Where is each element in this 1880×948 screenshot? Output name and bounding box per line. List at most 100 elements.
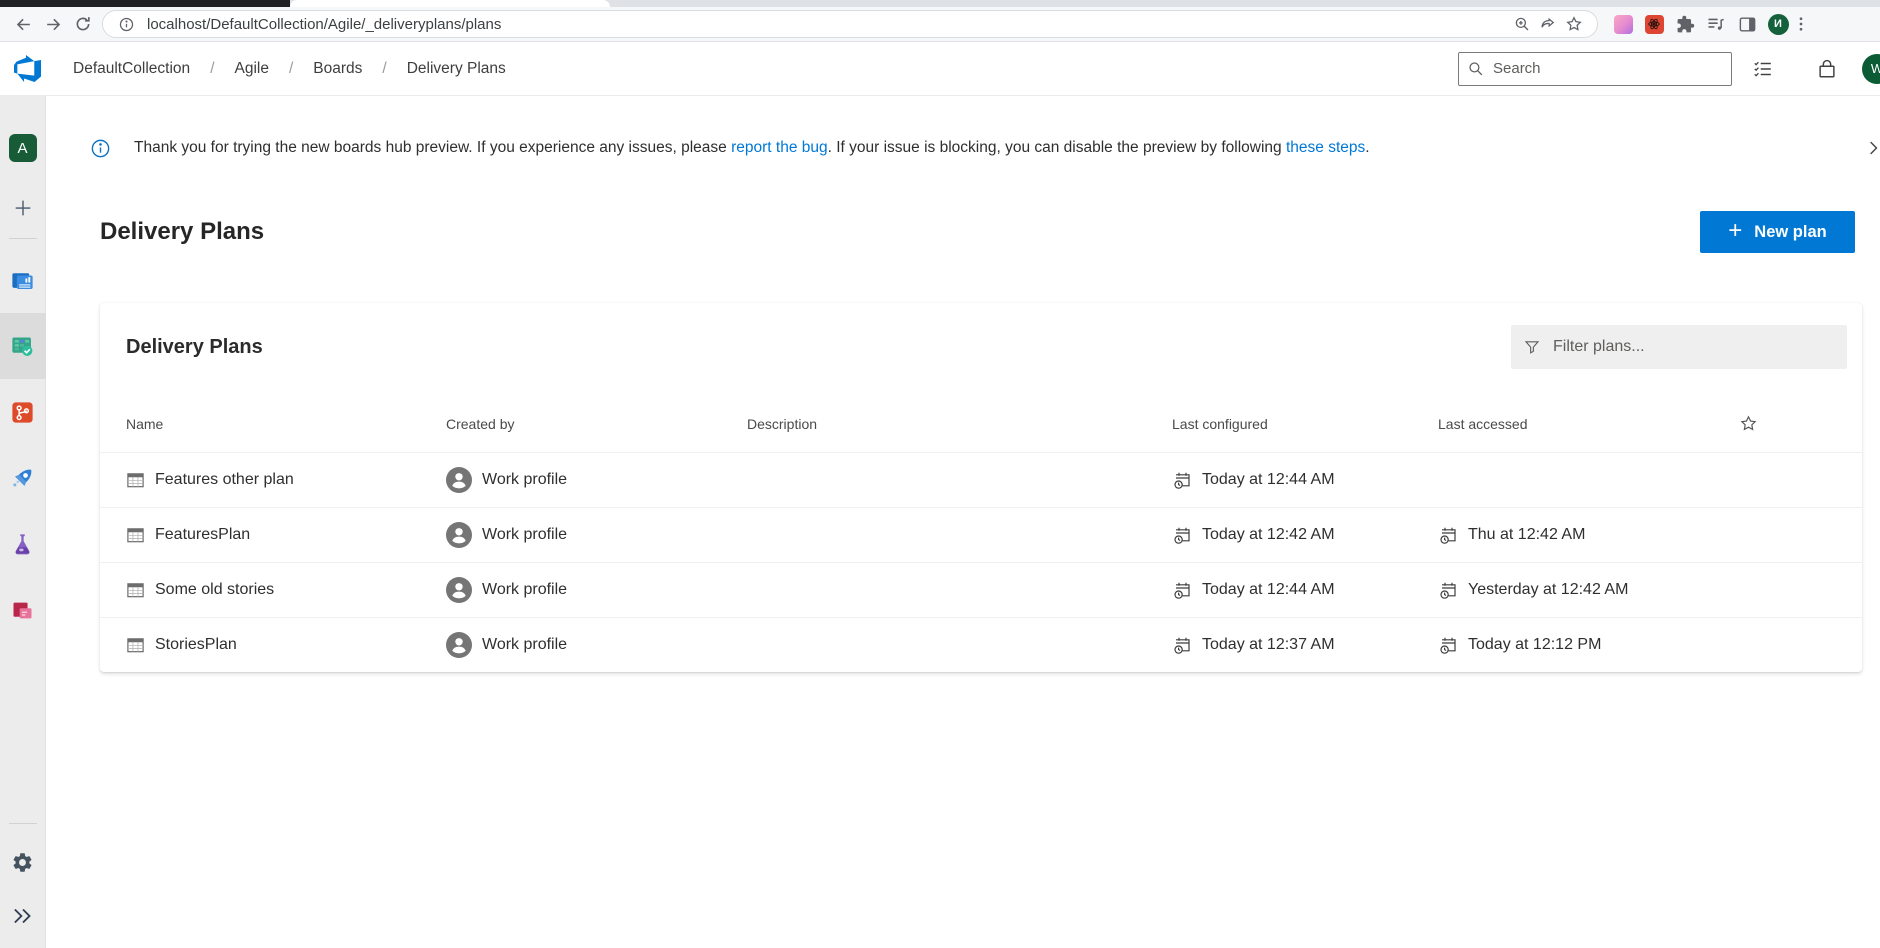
breadcrumb-separator: / [271,60,311,78]
delivery-plans-card: Delivery Plans Name Created by Descripti… [100,303,1862,672]
calendar-clock-icon [1172,635,1192,655]
expand-sidebar-icon[interactable] [0,890,46,942]
project-sidebar: A [0,96,46,948]
extension-gradient-icon[interactable] [1612,13,1634,35]
breadcrumb-boards[interactable]: Boards [311,54,364,84]
person-avatar-icon [446,632,472,658]
person-avatar-icon [446,522,472,548]
sidebar-item-pipelines[interactable] [0,445,46,511]
breadcrumb-separator: / [364,60,404,78]
calendar-clock-icon [1172,525,1192,545]
plan-grid-icon [126,471,145,490]
browser-menu-icon[interactable] [1798,15,1804,33]
table-header: Name Created by Description Last configu… [100,395,1862,452]
azure-devops-logo[interactable] [14,55,41,82]
extensions-puzzle-icon[interactable] [1674,13,1696,35]
col-last-accessed[interactable]: Last accessed [1438,416,1739,432]
calendar-clock-icon [1172,580,1192,600]
test-plans-icon [9,531,36,558]
extensions-row: И [1612,13,1804,35]
plan-grid-icon [126,636,145,655]
filter-box[interactable] [1511,325,1847,369]
table-row[interactable]: FeaturesPlan Work profile Today at 12:42… [100,507,1862,562]
filter-funnel-icon [1523,338,1541,356]
col-description[interactable]: Description [747,416,1172,432]
breadcrumb-delivery-plans[interactable]: Delivery Plans [405,54,508,84]
table-row[interactable]: Features other plan Work profile Today a… [100,452,1862,507]
header-actions: W [1458,42,1880,95]
browser-profile-avatar[interactable]: И [1767,13,1789,35]
settings-gear-icon[interactable] [0,834,46,890]
playlist-icon[interactable] [1705,13,1727,35]
breadcrumb-collection[interactable]: DefaultCollection [71,54,192,84]
url-text[interactable]: localhost/DefaultCollection/Agile/_deliv… [147,16,1509,33]
work-items-checklist-icon[interactable] [1746,52,1780,86]
marketplace-bag-icon[interactable] [1810,52,1844,86]
boards-icon [9,333,36,360]
created-by: Work profile [482,636,567,654]
page-title: Delivery Plans [100,218,264,246]
page-title-row: Delivery Plans + New plan [46,204,1880,260]
window-frame [0,0,290,7]
project-avatar[interactable]: A [9,134,37,162]
sidebar-divider [9,823,37,824]
url-bar[interactable]: localhost/DefaultCollection/Agile/_deliv… [102,10,1598,38]
sidebar-item-overview[interactable] [0,247,46,313]
person-avatar-icon [446,467,472,493]
browser-toolbar: localhost/DefaultCollection/Agile/_deliv… [0,7,1880,42]
user-avatar[interactable]: W [1862,54,1880,84]
last-configured: Today at 12:44 AM [1202,471,1335,489]
these-steps-link[interactable]: these steps [1286,139,1365,156]
table-row[interactable]: StoriesPlan Work profile Today at 12:37 … [100,617,1862,672]
azure-devops-header: DefaultCollection / Agile / Boards / Del… [0,42,1880,96]
sidebar-item-boards[interactable] [0,313,46,379]
breadcrumb-separator: / [192,60,232,78]
table-row[interactable]: Some old stories Work profile Today at 1… [100,562,1862,617]
pipelines-icon [9,465,36,492]
col-name[interactable]: Name [126,416,446,432]
zoom-page-icon[interactable] [1509,11,1535,37]
col-last-configured[interactable]: Last configured [1172,416,1438,432]
extension-react-icon[interactable] [1643,13,1665,35]
sidebar-item-test-plans[interactable] [0,511,46,577]
share-icon[interactable] [1535,11,1561,37]
last-configured: Today at 12:42 AM [1202,526,1335,544]
last-accessed: Yesterday at 12:42 AM [1468,581,1628,599]
calendar-clock-icon [1438,525,1458,545]
card-title: Delivery Plans [126,336,263,359]
bookmark-star-icon[interactable] [1561,11,1587,37]
plan-name: FeaturesPlan [155,526,250,544]
person-avatar-icon [446,577,472,603]
filter-input[interactable] [1553,338,1813,356]
created-by: Work profile [482,471,567,489]
col-created-by[interactable]: Created by [446,416,747,432]
sidebar-divider [9,238,37,239]
preview-banner: Thank you for trying the new boards hub … [46,120,1880,176]
main-content: Thank you for trying the new boards hub … [46,96,1880,948]
reload-icon[interactable] [68,9,98,39]
new-plan-button[interactable]: + New plan [1700,211,1855,253]
forward-icon[interactable] [38,9,68,39]
back-icon[interactable] [8,9,38,39]
search-icon [1467,60,1484,77]
page-info-icon[interactable] [113,11,139,37]
side-panel-icon[interactable] [1736,13,1758,35]
breadcrumb-project[interactable]: Agile [233,54,271,84]
search-box[interactable] [1458,52,1732,86]
plan-name: Some old stories [155,581,274,599]
plus-icon: + [1728,219,1742,243]
search-input[interactable] [1493,60,1693,77]
browser-tab-strip [0,0,1880,7]
plan-grid-icon [126,526,145,545]
last-accessed: Today at 12:12 PM [1468,636,1601,654]
sidebar-item-repos[interactable] [0,379,46,445]
created-by: Work profile [482,526,567,544]
repos-icon [9,399,36,426]
sidebar-item-artifacts[interactable] [0,577,46,643]
report-bug-link[interactable]: report the bug [731,139,828,156]
last-configured: Today at 12:37 AM [1202,636,1335,654]
banner-expand-icon[interactable] [1864,138,1880,158]
active-tab[interactable] [290,0,610,7]
add-icon[interactable] [0,194,46,222]
favorite-star-icon[interactable] [1739,414,1758,433]
